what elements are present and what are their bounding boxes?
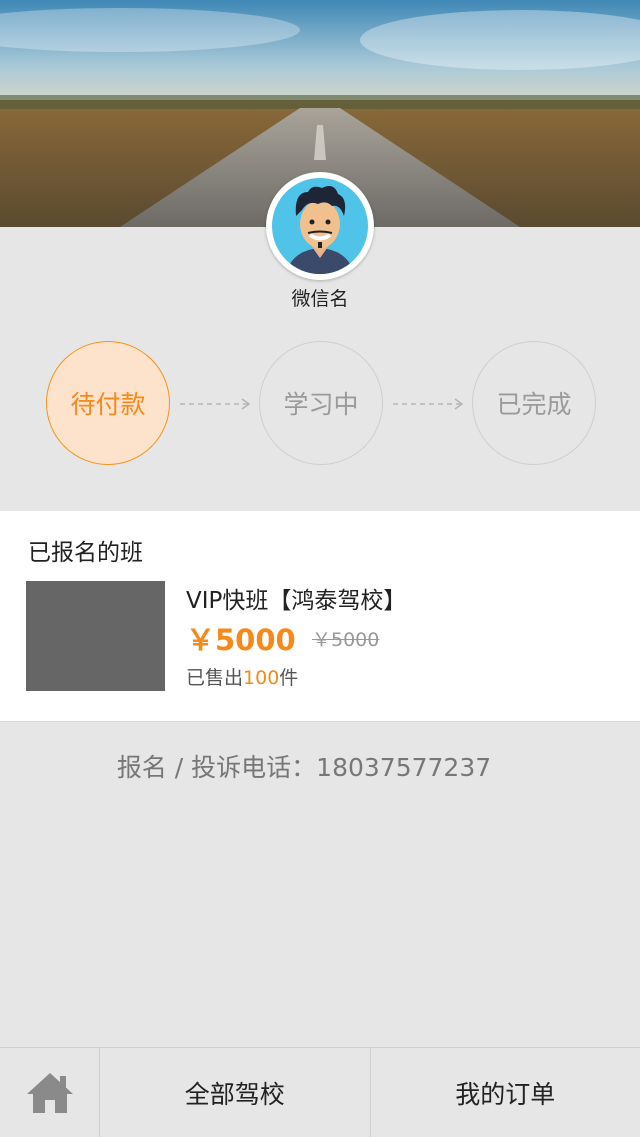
home-button[interactable]: [0, 1048, 100, 1137]
arrow-right-icon: [180, 397, 252, 411]
course-thumbnail[interactable]: [26, 581, 165, 691]
step-pending-payment[interactable]: 待付款: [46, 341, 170, 465]
hotline-text[interactable]: 报名 / 投诉电话：18037577237: [0, 748, 608, 784]
section-title: 已报名的班: [28, 533, 143, 567]
avatar[interactable]: [266, 172, 374, 280]
tab-all-schools[interactable]: 全部驾校: [100, 1048, 371, 1137]
sold-count: 已售出100件: [186, 663, 298, 690]
original-price: ￥5000: [312, 625, 379, 652]
sold-prefix: 已售出: [186, 667, 243, 689]
step-studying[interactable]: 学习中: [259, 341, 383, 465]
arrow-right-icon: [393, 397, 465, 411]
sold-number: 100: [243, 667, 279, 689]
course-name[interactable]: VIP快班【鸿泰驾校】: [186, 581, 406, 615]
avatar-icon: [272, 178, 368, 274]
tab-label: 全部驾校: [185, 1075, 285, 1111]
enrolled-classes-panel: 已报名的班 VIP快班【鸿泰驾校】 ￥5000 ￥5000 已售出100件: [0, 511, 640, 722]
tab-label: 我的订单: [455, 1075, 555, 1111]
step-label: 学习中: [283, 385, 358, 421]
home-icon: [25, 1071, 75, 1115]
bottom-tab-bar: 全部驾校 我的订单: [0, 1047, 640, 1137]
sold-suffix: 件: [279, 667, 298, 689]
nickname: 微信名: [0, 284, 640, 311]
course-price: ￥5000: [186, 617, 296, 659]
step-label: 待付款: [70, 385, 145, 421]
step-completed[interactable]: 已完成: [472, 341, 596, 465]
step-label: 已完成: [496, 385, 571, 421]
tab-my-orders[interactable]: 我的订单: [371, 1048, 640, 1137]
